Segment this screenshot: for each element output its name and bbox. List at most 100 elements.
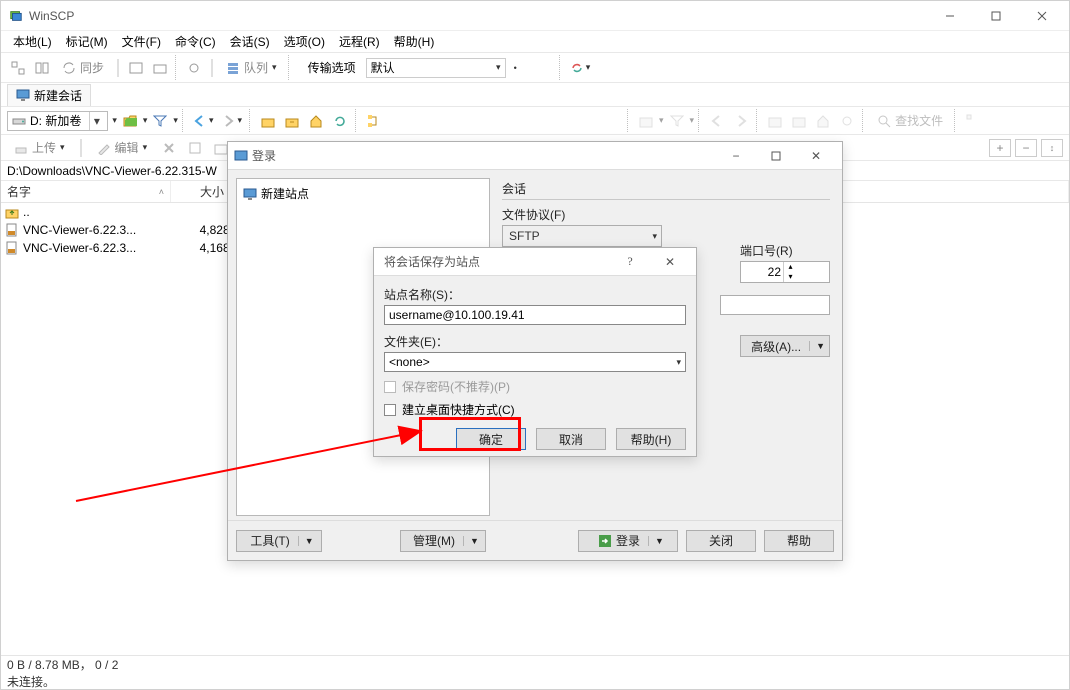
save-dialog-help-button[interactable]: 帮助(H) — [616, 428, 686, 450]
port-spinner[interactable]: ▴ ▾ — [740, 261, 830, 283]
status-line1: 0 B / 8.78 MB， 0 / 2 — [7, 656, 1063, 673]
login-minimize-button[interactable]: − — [716, 142, 756, 170]
forward-icon[interactable]: ▾ — [218, 110, 245, 132]
root-folder-icon[interactable] — [281, 110, 303, 132]
port-down-button[interactable]: ▾ — [783, 272, 797, 282]
remote-filter-icon — [666, 110, 688, 132]
tab-new-session[interactable]: 新建会话 — [7, 84, 91, 106]
tools-button[interactable]: 工具(T) ▼ — [236, 530, 322, 552]
ok-button[interactable]: 确定 — [456, 428, 526, 450]
remote-back-icon — [706, 110, 728, 132]
edit-label: 编辑 — [115, 139, 139, 156]
home-icon[interactable] — [305, 110, 327, 132]
sync-button[interactable]: 同步 — [55, 57, 111, 79]
file-name: .. — [23, 205, 183, 219]
login-button[interactable]: 登录 ▼ — [578, 530, 678, 552]
remove-button: − — [1015, 139, 1037, 157]
menu-file[interactable]: 文件(F) — [116, 31, 167, 52]
monitor-icon — [16, 88, 30, 102]
col-name[interactable]: 名字 ˄ — [1, 181, 171, 202]
login-button-label: 登录 — [616, 532, 640, 549]
filter-icon[interactable] — [149, 110, 171, 132]
menu-remote[interactable]: 远程(R) — [333, 31, 386, 52]
sort-button: ↕ — [1041, 139, 1063, 157]
remote-home-icon — [812, 110, 834, 132]
advanced-button[interactable]: 高级(A)... ▼ — [740, 335, 830, 357]
save-close-button[interactable]: ✕ — [650, 248, 690, 276]
remote-refresh-icon — [836, 110, 858, 132]
menu-command[interactable]: 命令(C) — [169, 31, 222, 52]
find-files-label: 查找文件 — [895, 112, 943, 129]
parent-folder-icon[interactable] — [257, 110, 279, 132]
monitor-icon — [243, 187, 257, 201]
open-folder-icon[interactable] — [149, 57, 171, 79]
queue-label: 队列 — [244, 59, 268, 76]
tree-icon[interactable] — [363, 110, 385, 132]
menubar: 本地(L) 标记(M) 文件(F) 命令(C) 会话(S) 选项(O) 远程(R… — [1, 31, 1069, 53]
save-session-dialog: 将会话保存为站点 ? ✕ 站点名称(S)： 文件夹(E)： <none> ▾ 保… — [373, 247, 697, 457]
drive-icon — [12, 114, 26, 128]
desktop-shortcut-checkbox[interactable] — [384, 404, 396, 416]
save-help-button[interactable]: ? — [610, 248, 650, 276]
close-button[interactable]: 关闭 — [686, 530, 756, 552]
drive-combo[interactable]: D: 新加卷 ▾ — [7, 111, 108, 131]
session-tabs: 新建会话 — [1, 83, 1069, 107]
back-icon[interactable]: ▾ — [190, 110, 217, 132]
login-close-button[interactable]: ✕ — [796, 142, 836, 170]
new-site-label: 新建站点 — [261, 185, 309, 202]
terminal-icon[interactable] — [125, 57, 147, 79]
protocol-label: 文件协议(F) — [502, 206, 830, 223]
menu-options[interactable]: 选项(O) — [278, 31, 331, 52]
menu-local[interactable]: 本地(L) — [7, 31, 58, 52]
port-up-button[interactable]: ▴ — [783, 262, 797, 272]
compare-icon[interactable] — [31, 57, 53, 79]
close-label: 关闭 — [709, 532, 733, 549]
save-password-checkbox — [384, 381, 396, 393]
menu-mark[interactable]: 标记(M) — [60, 31, 114, 52]
col-size[interactable]: 大小 — [171, 181, 231, 202]
folder-value: <none> — [389, 355, 430, 369]
delete-icon — [158, 137, 180, 159]
manage-button[interactable]: 管理(M) ▼ — [400, 530, 486, 552]
open-dir-icon[interactable] — [119, 110, 141, 132]
breadcrumb-text: D:\Downloads\VNC-Viewer-6.22.315-W — [7, 164, 217, 178]
window-minimize-button[interactable] — [927, 1, 973, 31]
login-icon — [234, 149, 248, 163]
queue-button[interactable]: 队列 ▾ — [219, 57, 284, 79]
protocol-combo[interactable]: SFTP ▾ — [502, 225, 662, 247]
remote-tree-icon — [962, 110, 984, 132]
menu-help[interactable]: 帮助(H) — [388, 31, 441, 52]
app-title: WinSCP — [29, 9, 74, 23]
reconnect-icon[interactable]: ▾ — [567, 57, 594, 79]
folder-combo[interactable]: <none> ▾ — [384, 352, 686, 372]
updir-icon — [5, 205, 19, 219]
main-toolbar: 同步 队列 ▾ 传输选项 默认 ▾ • ▾ — [1, 53, 1069, 83]
transfer-settings-icon[interactable] — [183, 57, 205, 79]
tools-label: 工具(T) — [250, 532, 289, 549]
refresh-icon[interactable] — [329, 110, 351, 132]
login-go-icon — [598, 534, 612, 548]
col-name-label: 名字 — [7, 183, 31, 200]
ok-label: 确定 — [479, 431, 503, 448]
msi-file-icon — [5, 241, 19, 255]
transfer-options-label: 传输选项 — [308, 59, 360, 76]
transfer-options-combo[interactable]: 默认 ▾ — [366, 58, 506, 78]
obscured-field[interactable] — [720, 295, 830, 315]
cancel-button[interactable]: 取消 — [536, 428, 606, 450]
help-button[interactable]: 帮助 — [764, 530, 834, 552]
window-close-button[interactable] — [1019, 1, 1065, 31]
statusbar: 0 B / 8.78 MB， 0 / 2 未连接。 — [1, 655, 1069, 689]
window-maximize-button[interactable] — [973, 1, 1019, 31]
desktop-shortcut-row[interactable]: 建立桌面快捷方式(C) — [384, 401, 686, 418]
drive-label: D: 新加卷 — [30, 112, 81, 129]
save-password-label: 保存密码(不推荐)(P) — [402, 378, 510, 395]
menu-session[interactable]: 会话(S) — [224, 31, 276, 52]
login-maximize-button[interactable] — [756, 142, 796, 170]
save-dialog-title: 将会话保存为站点 — [384, 253, 480, 270]
sync-browse-icon[interactable] — [7, 57, 29, 79]
site-name-input[interactable] — [384, 305, 686, 325]
save-password-row: 保存密码(不推荐)(P) — [384, 378, 686, 395]
status-line2: 未连接。 — [7, 673, 1063, 690]
port-input[interactable] — [741, 265, 783, 279]
new-site-item[interactable]: 新建站点 — [241, 183, 485, 204]
